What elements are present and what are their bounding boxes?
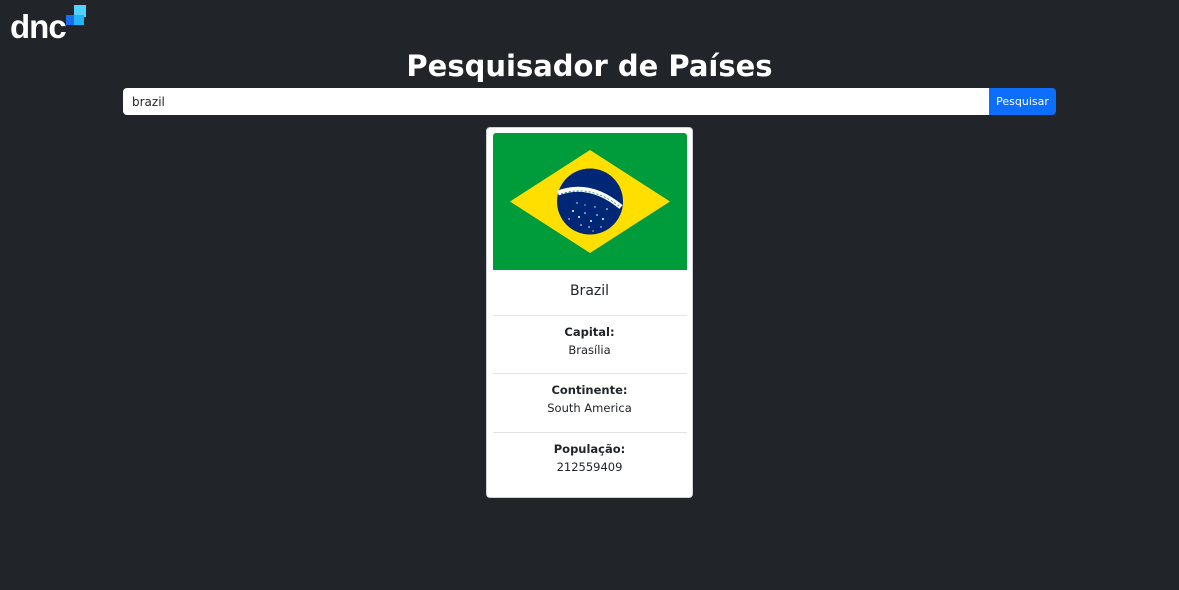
population-label: População: — [553, 442, 626, 456]
page-title: Pesquisador de Países — [406, 49, 773, 83]
capital-section: Capital: Brasília — [487, 323, 692, 359]
capital-label: Capital: — [564, 325, 615, 339]
continent-label: Continente: — [551, 383, 628, 397]
logo-text: dnc — [10, 8, 67, 45]
flag-brazil-icon — [493, 133, 687, 270]
divider — [493, 373, 687, 374]
divider — [493, 315, 687, 316]
search-bar: Pesquisar — [123, 88, 1056, 115]
dnc-logo[interactable]: dnc — [10, 4, 86, 44]
continent-value: South America — [547, 401, 632, 415]
divider — [493, 432, 687, 433]
country-card: Brazil Capital: Brasília Continente: Sou… — [486, 127, 693, 498]
search-button[interactable]: Pesquisar — [989, 88, 1056, 115]
population-section: População: 212559409 — [487, 440, 692, 476]
population-value: 212559409 — [556, 460, 623, 474]
continent-section: Continente: South America — [487, 381, 692, 417]
country-name: Brazil — [569, 283, 610, 299]
logo-squares-icon — [66, 5, 86, 25]
search-input[interactable] — [123, 88, 989, 115]
capital-value: Brasília — [568, 343, 611, 357]
